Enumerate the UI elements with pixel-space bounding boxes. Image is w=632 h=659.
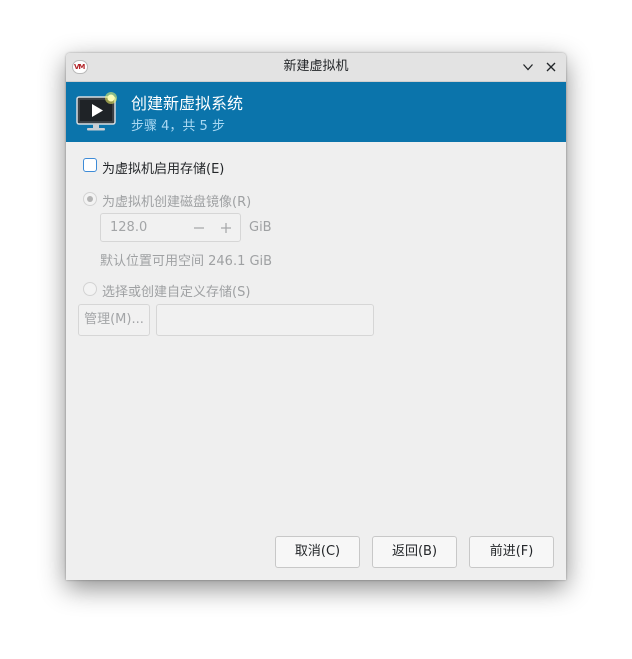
plus-icon <box>221 223 231 233</box>
wizard-header-banner: 创建新虚拟系统 步骤 4，共 5 步 <box>66 82 566 142</box>
manage-button[interactable]: 管理(M)... <box>78 304 150 336</box>
titlebar: VM 新建虚拟机 <box>66 53 566 82</box>
close-icon <box>546 62 556 72</box>
disk-size-value[interactable]: 128.0 <box>110 220 147 235</box>
minus-icon <box>194 227 204 229</box>
back-button[interactable]: 返回(B) <box>372 536 457 568</box>
step-indicator: 步骤 4，共 5 步 <box>131 119 225 134</box>
enable-storage-checkbox[interactable] <box>83 158 97 172</box>
disk-size-spinbox[interactable]: 128.0 <box>100 213 241 242</box>
storage-path-input[interactable] <box>156 304 374 336</box>
increment-button[interactable] <box>216 218 236 238</box>
close-button[interactable] <box>541 57 561 77</box>
disk-size-unit: GiB <box>249 220 272 235</box>
enable-storage-label[interactable]: 为虚拟机启用存储(E) <box>102 158 224 177</box>
forward-button[interactable]: 前进(F) <box>469 536 554 568</box>
decrement-button[interactable] <box>189 218 209 238</box>
create-disk-label[interactable]: 为虚拟机创建磁盘镜像(R) <box>102 191 251 210</box>
custom-storage-label[interactable]: 选择或创建自定义存储(S) <box>102 281 250 300</box>
create-disk-radio[interactable] <box>83 192 97 206</box>
new-vm-monitor-icon <box>76 92 117 131</box>
custom-storage-radio[interactable] <box>83 282 97 296</box>
chevron-down-icon <box>523 64 533 71</box>
free-space-text: 默认位置可用空间 246.1 GiB <box>100 254 273 269</box>
window-title: 新建虚拟机 <box>283 59 349 74</box>
banner-title: 创建新虚拟系统 <box>131 94 244 113</box>
minimize-button[interactable] <box>518 57 538 77</box>
new-vm-dialog: VM 新建虚拟机 创建新虚拟系统 步骤 4，共 5 步 为虚拟机启用存储(E) … <box>66 53 566 580</box>
cancel-button[interactable]: 取消(C) <box>275 536 360 568</box>
